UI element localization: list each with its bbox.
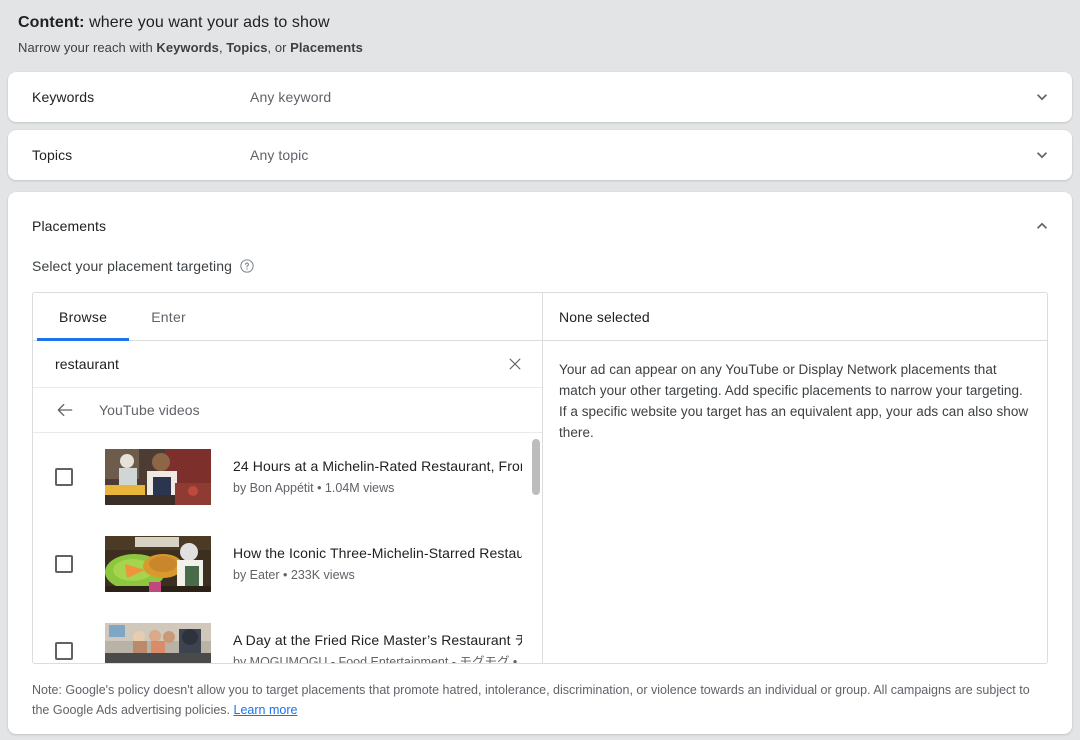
breadcrumb: YouTube videos (33, 388, 542, 433)
subtitle-placements: Placements (290, 40, 363, 55)
keywords-card: Keywords Any keyword (8, 72, 1072, 122)
keywords-label: Keywords (32, 89, 250, 105)
video-subtitle: by MOGUMOGU - Food Entertainment - モグモグ … (233, 653, 522, 663)
policy-note: Note: Google's policy doesn't allow you … (32, 680, 1048, 720)
topics-label: Topics (32, 147, 250, 163)
video-meta: How the Iconic Three-Michelin-Starred Re… (233, 543, 542, 584)
topics-value: Any topic (250, 147, 1030, 163)
subtitle-pre: Narrow your reach with (18, 40, 156, 55)
tab-enter-label: Enter (151, 309, 186, 325)
chevron-up-icon[interactable] (1030, 214, 1054, 238)
page-header: Content: where you want your ads to show… (0, 0, 1080, 58)
subtitle-topics: Topics (226, 40, 267, 55)
policy-note-text: Note: Google's policy doesn't allow you … (32, 683, 1030, 717)
browse-pane: Browse Enter restaurant YouTube videos (33, 293, 543, 663)
selected-count-header: None selected (543, 293, 1047, 341)
list-item[interactable]: A Day at the Fried Rice Master’s Restaur… (33, 607, 542, 663)
video-title: How the Iconic Three-Michelin-Starred Re… (233, 543, 522, 563)
selected-placements-pane: None selected Your ad can appear on any … (543, 293, 1047, 663)
close-icon[interactable] (502, 351, 528, 377)
topics-section-header[interactable]: Topics Any topic (8, 130, 1072, 180)
topics-card: Topics Any topic (8, 130, 1072, 180)
placement-tabs: Browse Enter (33, 293, 542, 341)
search-row: restaurant (33, 341, 542, 388)
tab-browse-label: Browse (59, 309, 107, 325)
placements-section-header[interactable]: Placements (8, 192, 1072, 238)
video-results-list: 24 Hours at a Michelin-Rated Restaurant,… (33, 433, 542, 663)
tab-browse[interactable]: Browse (37, 293, 129, 341)
subtitle-keywords: Keywords (156, 40, 219, 55)
chevron-down-icon[interactable] (1030, 85, 1054, 109)
tab-enter[interactable]: Enter (129, 293, 208, 341)
selected-pane-description: Your ad can appear on any YouTube or Dis… (559, 359, 1031, 443)
video-title: 24 Hours at a Michelin-Rated Restaurant,… (233, 456, 522, 476)
selected-pane-body: Your ad can appear on any YouTube or Dis… (543, 341, 1047, 443)
list-item[interactable]: How the Iconic Three-Michelin-Starred Re… (33, 520, 542, 607)
help-circle-icon[interactable] (239, 258, 255, 274)
video-meta: A Day at the Fried Rice Master’s Restaur… (233, 630, 542, 663)
keywords-value: Any keyword (250, 89, 1030, 105)
placements-title: Placements (32, 218, 1030, 234)
video-checkbox[interactable] (55, 642, 73, 660)
breadcrumb-label[interactable]: YouTube videos (99, 402, 200, 418)
placement-targeting-label: Select your placement targeting (32, 258, 232, 274)
placements-card: Placements Select your placement targeti… (8, 192, 1072, 734)
search-input[interactable]: restaurant (55, 356, 502, 372)
page-subtitle: Narrow your reach with Keywords, Topics,… (18, 38, 1080, 58)
video-meta: 24 Hours at a Michelin-Rated Restaurant,… (233, 456, 542, 497)
selected-count-label: None selected (559, 309, 650, 325)
video-checkbox[interactable] (55, 555, 73, 573)
video-title: A Day at the Fried Rice Master’s Restaur… (233, 630, 522, 650)
page-title-bold: Content: (18, 14, 85, 31)
scrollbar-thumb[interactable] (532, 439, 540, 495)
list-item[interactable]: 24 Hours at a Michelin-Rated Restaurant,… (33, 433, 542, 520)
keywords-section-header[interactable]: Keywords Any keyword (8, 72, 1072, 122)
subtitle-sep2: , or (268, 40, 291, 55)
placement-targeting-label-row: Select your placement targeting (8, 238, 1072, 274)
video-thumbnail (105, 449, 211, 505)
page-title: Content: where you want your ads to show (18, 12, 1080, 34)
video-thumbnail (105, 536, 211, 592)
arrow-back-icon[interactable] (53, 398, 77, 422)
video-thumbnail (105, 623, 211, 664)
page-title-rest: where you want your ads to show (85, 14, 330, 31)
content-targeting-page: Content: where you want your ads to show… (0, 0, 1080, 740)
placement-selector: Browse Enter restaurant YouTube videos (32, 292, 1048, 664)
learn-more-link[interactable]: Learn more (234, 703, 298, 717)
chevron-down-icon[interactable] (1030, 143, 1054, 167)
video-subtitle: by Eater • 233K views (233, 566, 522, 584)
video-checkbox[interactable] (55, 468, 73, 486)
video-subtitle: by Bon Appétit • 1.04M views (233, 479, 522, 497)
